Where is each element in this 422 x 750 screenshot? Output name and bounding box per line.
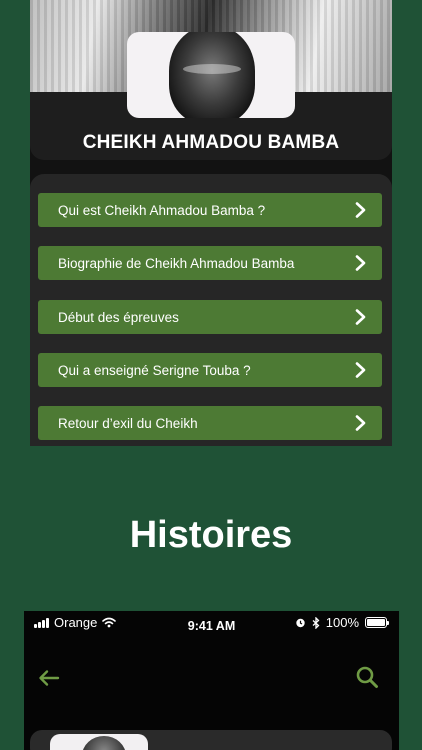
status-bar-right: 100% xyxy=(295,615,389,630)
menu-item-label: Début des épreuves xyxy=(58,309,179,325)
menu-item-debut-epreuves[interactable]: Début des épreuves xyxy=(38,300,382,334)
menu-item-qui-a-enseigne[interactable]: Qui a enseigné Serigne Touba ? xyxy=(38,353,382,387)
menu-item-label: Qui a enseigné Serigne Touba ? xyxy=(58,362,251,378)
alarm-icon xyxy=(296,618,305,628)
status-bar: Orange 9:41 AM 100% xyxy=(24,611,399,635)
top-phone-screen: CHEIKH AHMADOU BAMBA Qui est Cheikh Ahma… xyxy=(30,0,392,446)
bluetooth-icon xyxy=(312,616,320,629)
story-card-thumbnail xyxy=(50,734,148,750)
chevron-right-icon xyxy=(355,309,366,325)
arrow-left-icon[interactable] xyxy=(38,669,60,687)
chevron-right-icon xyxy=(355,255,366,271)
section-heading: Histoires xyxy=(129,514,293,556)
menu-item-label: Biographie de Cheikh Ahmadou Bamba xyxy=(58,255,295,271)
story-card-preview[interactable] xyxy=(30,730,392,750)
menu-item-biographie[interactable]: Biographie de Cheikh Ahmadou Bamba xyxy=(38,246,382,280)
hero-header: CHEIKH AHMADOU BAMBA xyxy=(30,0,392,160)
portrait-face xyxy=(169,32,255,118)
bottom-phone-screen: Orange 9:41 AM 100% xyxy=(24,611,399,750)
page-title: CHEIKH AHMADOU BAMBA xyxy=(82,132,340,153)
chevron-right-icon xyxy=(355,362,366,378)
menu-list-panel: Qui est Cheikh Ahmadou Bamba ? Biographi… xyxy=(30,174,392,446)
chevron-right-icon xyxy=(355,202,366,218)
portrait-image xyxy=(127,32,295,118)
menu-item-qui-est[interactable]: Qui est Cheikh Ahmadou Bamba ? xyxy=(38,193,382,227)
menu-item-label: Qui est Cheikh Ahmadou Bamba ? xyxy=(58,202,266,218)
chevron-right-icon xyxy=(355,415,366,431)
battery-percent: 100% xyxy=(325,615,359,630)
battery-level xyxy=(367,619,385,626)
battery-icon xyxy=(365,617,389,628)
menu-item-retour-exil[interactable]: Retour d’exil du Cheikh xyxy=(38,406,382,440)
search-icon[interactable] xyxy=(355,665,379,689)
menu-item-label: Retour d’exil du Cheikh xyxy=(58,415,198,431)
